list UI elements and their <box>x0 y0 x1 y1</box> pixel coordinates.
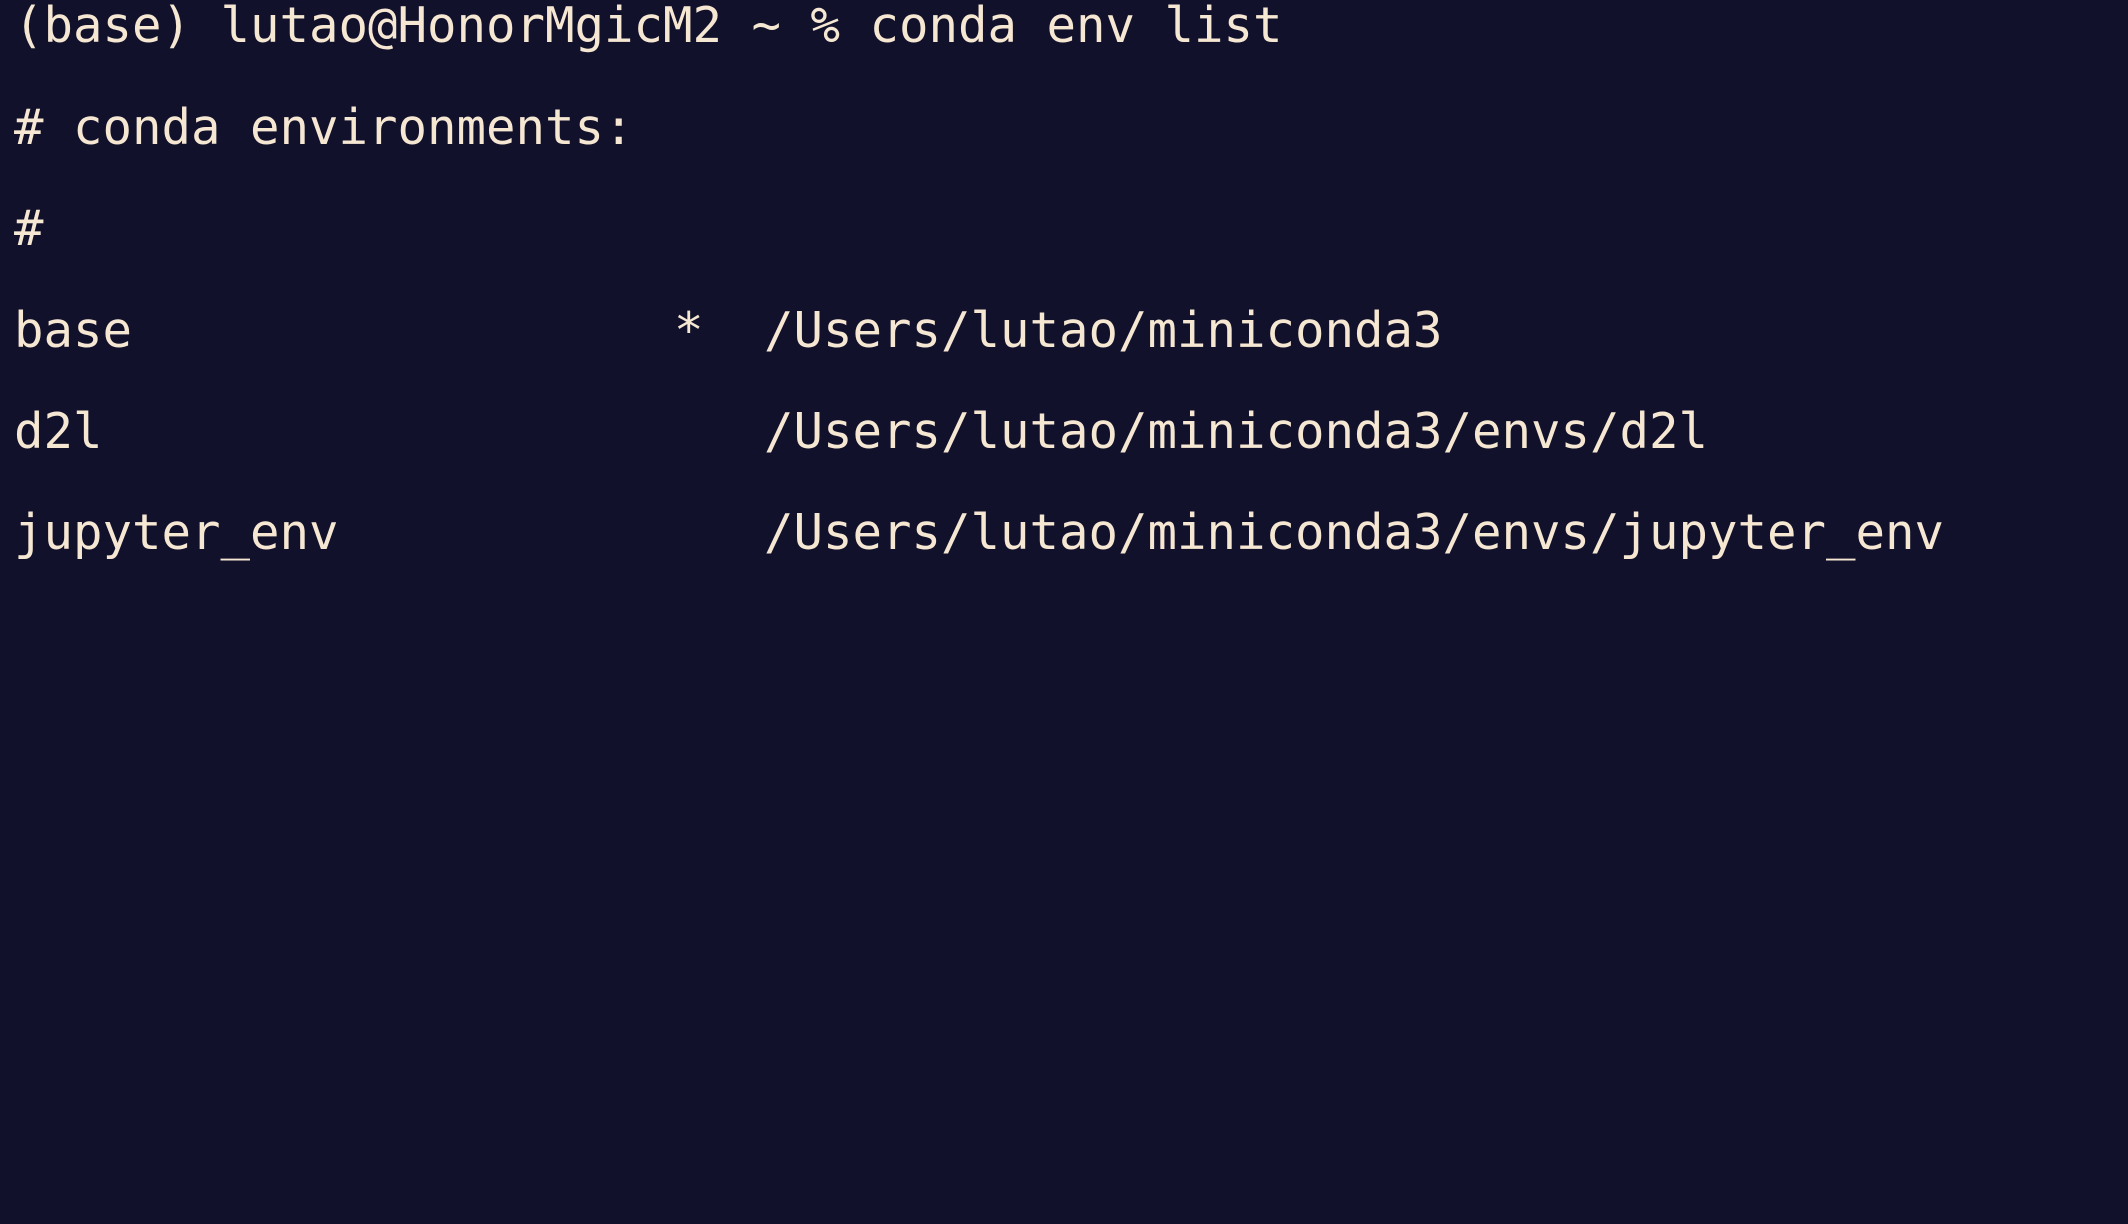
shell-prompt: (base) lutao@HonorMgicM2 ~ % <box>14 0 870 54</box>
active-env-marker: * <box>674 302 704 359</box>
comment-blank: # <box>14 200 44 257</box>
comment-header: # conda environments: <box>14 99 634 156</box>
terminal-window[interactable]: (base) lutao@HonorMgicM2 ~ % conda env l… <box>0 0 2128 614</box>
env-row-base: base * /Users/lutao/miniconda3 <box>14 280 2114 382</box>
env-name: jupyter_env <box>14 504 339 561</box>
env-row-d2l: d2l /Users/lutao/miniconda3/envs/d2l <box>14 381 2114 483</box>
env-path: /Users/lutao/miniconda3 <box>764 302 1443 359</box>
env-row-jupyter-env: jupyter_env /Users/lutao/miniconda3/envs… <box>14 482 2114 584</box>
env-name: d2l <box>14 403 103 460</box>
env-name: base <box>14 302 133 359</box>
prompt-line: (base) lutao@HonorMgicM2 ~ % conda env l… <box>14 0 1283 77</box>
env-path: /Users/lutao/miniconda3/envs/d2l <box>764 403 1709 460</box>
command-text: conda env list <box>869 0 1283 54</box>
env-path: /Users/lutao/miniconda3/envs/jupyter_env <box>764 504 1945 561</box>
